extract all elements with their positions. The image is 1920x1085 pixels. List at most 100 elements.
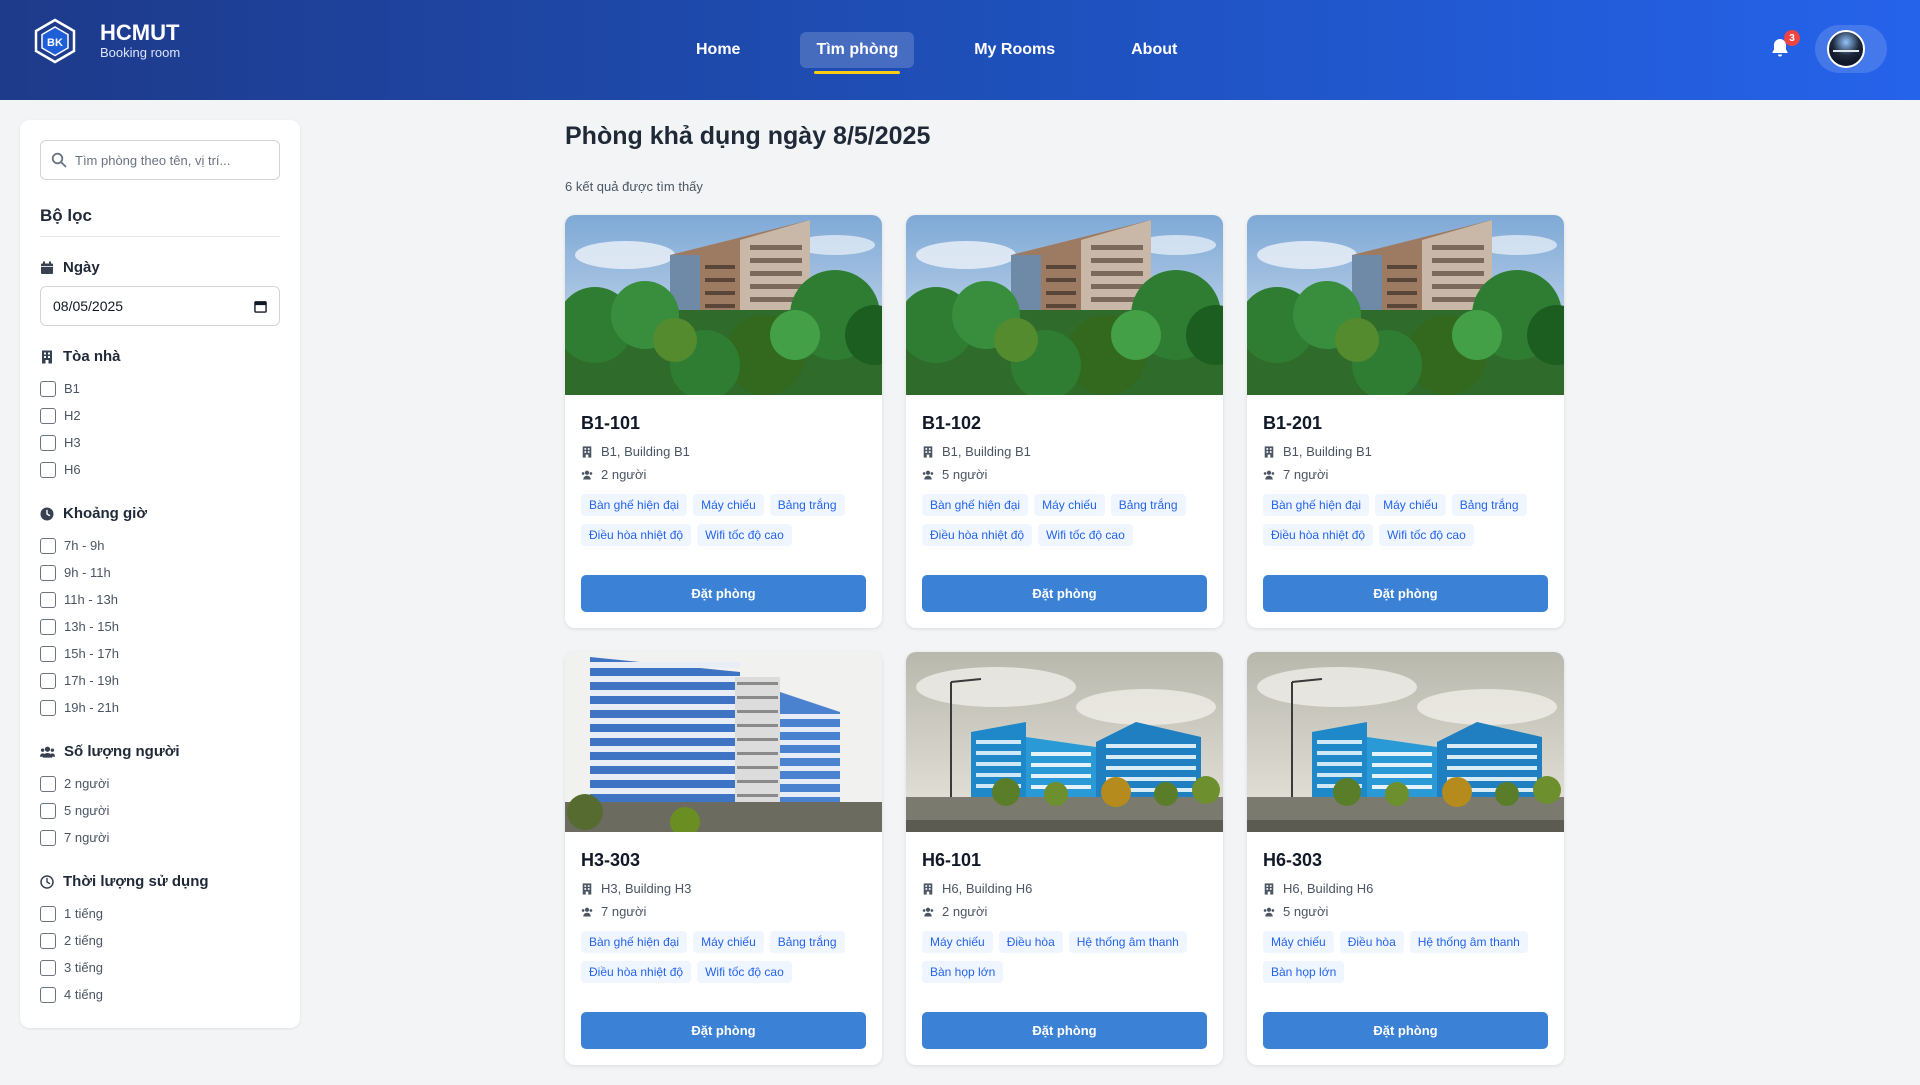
- building-option[interactable]: H3: [40, 429, 280, 456]
- date-field[interactable]: 08/05/2025: [40, 286, 280, 326]
- checkbox[interactable]: [40, 699, 56, 716]
- duration-option[interactable]: 4 tiếng: [40, 981, 280, 1008]
- time-option[interactable]: 19h - 21h: [40, 694, 280, 721]
- checkbox[interactable]: [40, 434, 56, 451]
- building-option[interactable]: B1: [40, 375, 280, 402]
- room-name: B1-101: [581, 413, 641, 433]
- checkbox[interactable]: [40, 802, 56, 819]
- room-location-text: B1, Building B1: [942, 444, 1031, 459]
- amenity-tags: Máy chiếu Điều hòa Hệ thống âm thanh Bàn họ…: [922, 931, 1207, 989]
- nav-find-room[interactable]: Tìm phòng: [800, 32, 915, 74]
- amenity-tag: Điều hòa nhiệt độ: [922, 524, 1033, 546]
- room-name: H6-101: [922, 850, 982, 870]
- checkbox[interactable]: [40, 537, 56, 554]
- room-card[interactable]: B1-102 B1, Building B1 5 người Bàn ghế h…: [906, 215, 1223, 628]
- search-input[interactable]: [75, 152, 275, 168]
- checkbox[interactable]: [40, 564, 56, 581]
- amenity-tag: Wifi tốc độ cao: [1038, 524, 1133, 546]
- amenity-tag: Máy chiếu: [1263, 931, 1334, 953]
- book-room-button[interactable]: Đặt phòng: [581, 575, 866, 612]
- brand-title: HCMUT: [100, 20, 180, 45]
- book-room-button[interactable]: Đặt phòng: [1263, 575, 1548, 612]
- room-card[interactable]: B1-101 B1, Building B1 2 người Bàn ghế h…: [565, 215, 882, 628]
- time-option[interactable]: 15h - 17h: [40, 640, 280, 667]
- brand-logo[interactable]: BK HCMUT Booking room: [32, 18, 180, 64]
- duration-option[interactable]: 1 tiếng: [40, 900, 280, 927]
- checkbox-label: 2 người: [64, 776, 110, 791]
- checkbox[interactable]: [40, 986, 56, 1003]
- nav-my-rooms[interactable]: My Rooms: [958, 32, 1071, 68]
- duration-option[interactable]: 3 tiếng: [40, 954, 280, 981]
- room-image: [906, 215, 1223, 395]
- hcmut-logo-icon: BK: [34, 18, 76, 64]
- checkbox[interactable]: [40, 932, 56, 949]
- room-capacity: 7 người: [581, 904, 866, 919]
- checkbox[interactable]: [40, 905, 56, 922]
- room-capacity: 5 người: [922, 467, 1207, 482]
- room-card[interactable]: B1-201 B1, Building B1 7 người Bàn ghế h…: [1247, 215, 1564, 628]
- room-image: [565, 215, 882, 395]
- room-card[interactable]: H6-101 H6, Building H6 2 người Máy chiếu…: [906, 652, 1223, 1065]
- people-option[interactable]: 5 người: [40, 797, 280, 824]
- result-count: 6 kết quả được tìm thấy: [565, 179, 703, 194]
- amenity-tags: Máy chiếu Điều hòa Hệ thống âm thanh Bàn họ…: [1263, 931, 1548, 989]
- nav-home[interactable]: Home: [680, 32, 756, 68]
- checkbox[interactable]: [40, 591, 56, 608]
- people-option[interactable]: 7 người: [40, 824, 280, 851]
- user-menu[interactable]: [1815, 25, 1887, 73]
- checkbox[interactable]: [40, 618, 56, 635]
- time-option[interactable]: 7h - 9h: [40, 532, 280, 559]
- checkbox[interactable]: [40, 829, 56, 846]
- book-room-button[interactable]: Đặt phòng: [581, 1012, 866, 1049]
- room-capacity: 2 người: [581, 467, 866, 482]
- checkbox[interactable]: [40, 461, 56, 478]
- amenity-tag: Bàn ghế hiện đại: [581, 931, 688, 953]
- checkbox[interactable]: [40, 407, 56, 424]
- amenity-tag: Wifi tốc độ cao: [697, 961, 792, 983]
- room-card[interactable]: H3-303 H3, Building H3 7 người Bàn ghế h…: [565, 652, 882, 1065]
- duration-option[interactable]: 2 tiếng: [40, 927, 280, 954]
- amenity-tag: Điều hòa: [998, 931, 1063, 953]
- checkbox[interactable]: [40, 645, 56, 662]
- time-option[interactable]: 17h - 19h: [40, 667, 280, 694]
- users-icon: [922, 907, 934, 916]
- filter-title: Bộ lọc: [40, 206, 280, 237]
- book-room-button[interactable]: Đặt phòng: [922, 1012, 1207, 1049]
- room-card[interactable]: H6-303 H6, Building H6 5 người Máy chiếu…: [1247, 652, 1564, 1065]
- building-option[interactable]: H6: [40, 456, 280, 483]
- amenity-tags: Bàn ghế hiện đại Máy chiếu Bảng trắng Điều …: [922, 494, 1207, 552]
- checkbox[interactable]: [40, 380, 56, 397]
- time-filter: Khoảng giờ 7h - 9h 9h - 11h 11h - 13h 13h -…: [40, 505, 280, 721]
- search-box[interactable]: [40, 140, 280, 180]
- amenity-tag: Bàn ghế hiện đại: [922, 494, 1029, 516]
- clock-icon: [40, 507, 54, 520]
- amenity-tag: Hệ thống âm thanh: [1409, 931, 1528, 953]
- people-option[interactable]: 2 người: [40, 770, 280, 797]
- time-option[interactable]: 9h - 11h: [40, 559, 280, 586]
- date-filter: Ngày 08/05/2025: [40, 259, 280, 326]
- time-option[interactable]: 13h - 15h: [40, 613, 280, 640]
- notification-button[interactable]: 3: [1768, 30, 1800, 64]
- amenity-tags: Bàn ghế hiện đại Máy chiếu Bảng trắng Điều …: [581, 931, 866, 989]
- book-room-button[interactable]: Đặt phòng: [922, 575, 1207, 612]
- building-icon: [582, 882, 592, 895]
- building-option[interactable]: H2: [40, 402, 280, 429]
- checkbox[interactable]: [40, 959, 56, 976]
- checkbox[interactable]: [40, 672, 56, 689]
- building-icon: [42, 350, 52, 363]
- checkbox-label: 7h - 9h: [64, 538, 105, 553]
- duration-filter: Thời lượng sử dụng 1 tiếng 2 tiếng 3 tiếng…: [40, 873, 280, 1008]
- checkbox[interactable]: [40, 775, 56, 792]
- checkbox-label: H6: [64, 462, 81, 477]
- book-room-button[interactable]: Đặt phòng: [1263, 1012, 1548, 1049]
- room-capacity-text: 7 người: [1283, 467, 1329, 482]
- building-icon: [1264, 882, 1274, 895]
- room-name: B1-102: [922, 413, 982, 433]
- amenity-tag: Máy chiếu: [1375, 494, 1446, 516]
- room-capacity-text: 7 người: [601, 904, 647, 919]
- time-option[interactable]: 11h - 13h: [40, 586, 280, 613]
- calendar-picker-icon[interactable]: [254, 300, 267, 313]
- room-location: H6, Building H6: [922, 881, 1207, 896]
- checkbox-label: 19h - 21h: [64, 700, 119, 715]
- nav-about[interactable]: About: [1115, 32, 1193, 68]
